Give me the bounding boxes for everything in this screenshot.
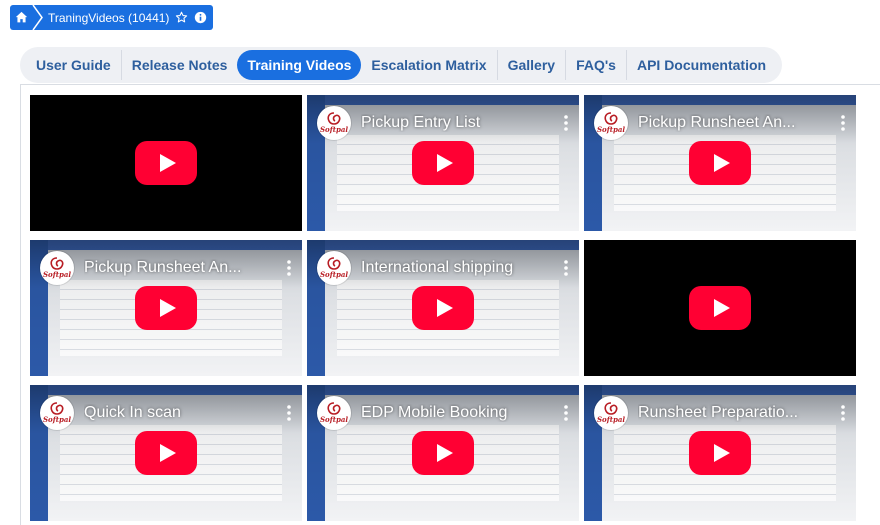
home-icon [15, 11, 27, 23]
video-player-6[interactable] [584, 240, 856, 376]
more-options-icon[interactable] [563, 259, 569, 277]
channel-logo-text: Softpal [42, 415, 72, 424]
play-button-icon[interactable] [135, 286, 197, 330]
softpal-logo-icon [327, 112, 341, 125]
channel-logo-text: Softpal [319, 125, 349, 134]
channel-logo[interactable]: Softpal [317, 251, 351, 285]
breadcrumb-home[interactable] [10, 5, 32, 30]
video-player-4[interactable]: Softpal Pickup Runsheet An... [30, 240, 302, 376]
video-player-3[interactable]: Softpal Pickup Runsheet An... [584, 95, 856, 231]
play-button-icon[interactable] [135, 431, 197, 475]
video-header: Softpal EDP Mobile Booking [317, 395, 569, 431]
softpal-logo-icon [604, 112, 618, 125]
play-button-icon[interactable] [412, 141, 474, 185]
channel-logo-text: Softpal [319, 415, 349, 424]
video-header: Softpal International shipping [317, 250, 569, 286]
video-title[interactable]: Quick In scan [84, 404, 276, 422]
softpal-logo-icon [327, 257, 341, 270]
softpal-logo-icon [327, 402, 341, 415]
video-title[interactable]: Pickup Entry List [361, 114, 553, 132]
channel-logo[interactable]: Softpal [40, 396, 74, 430]
chevron-right-icon [32, 5, 43, 30]
channel-logo-text: Softpal [596, 125, 626, 134]
video-header: Softpal Runsheet Preparatio... [594, 395, 846, 431]
channel-logo-text: Softpal [596, 415, 626, 424]
more-options-icon[interactable] [840, 114, 846, 132]
softpal-logo-icon [50, 257, 64, 270]
play-button-icon[interactable] [689, 431, 751, 475]
tab-release-notes[interactable]: Release Notes [122, 50, 238, 80]
video-title[interactable]: International shipping [361, 259, 553, 277]
breadcrumb-current: TraningVideos (10441) [44, 11, 213, 25]
play-button-icon[interactable] [412, 431, 474, 475]
more-options-icon[interactable] [286, 404, 292, 422]
video-player-8[interactable]: Softpal EDP Mobile Booking [307, 385, 579, 521]
more-options-icon[interactable] [286, 259, 292, 277]
channel-logo[interactable]: Softpal [317, 106, 351, 140]
more-options-icon[interactable] [840, 404, 846, 422]
tab-api-documentation[interactable]: API Documentation [627, 50, 776, 80]
video-player-2[interactable]: Softpal Pickup Entry List [307, 95, 579, 231]
channel-logo[interactable]: Softpal [317, 396, 351, 430]
video-title[interactable]: Runsheet Preparatio... [638, 404, 830, 422]
breadcrumb: TraningVideos (10441) [10, 5, 214, 30]
tab-gallery[interactable]: Gallery [498, 50, 567, 80]
video-header: Softpal Pickup Entry List [317, 105, 569, 141]
star-outline-icon[interactable] [175, 11, 188, 24]
channel-logo[interactable]: Softpal [40, 251, 74, 285]
video-title[interactable]: Pickup Runsheet An... [638, 114, 830, 132]
play-button-icon[interactable] [689, 286, 751, 330]
video-player-7[interactable]: Softpal Quick In scan [30, 385, 302, 521]
play-button-icon[interactable] [135, 141, 197, 185]
channel-logo[interactable]: Softpal [594, 396, 628, 430]
breadcrumb-separator [32, 5, 44, 30]
channel-logo[interactable]: Softpal [594, 106, 628, 140]
channel-logo-text: Softpal [319, 270, 349, 279]
channel-logo-text: Softpal [42, 270, 72, 279]
video-header: Softpal Pickup Runsheet An... [40, 250, 292, 286]
more-options-icon[interactable] [563, 404, 569, 422]
breadcrumb-current-label: TraningVideos (10441) [48, 10, 170, 25]
video-grid: Softpal Pickup Entry List Softpal Pickup… [30, 95, 856, 521]
tab-user-guide[interactable]: User Guide [26, 50, 122, 80]
video-title[interactable]: EDP Mobile Booking [361, 404, 553, 422]
play-button-icon[interactable] [412, 286, 474, 330]
video-header: Softpal Pickup Runsheet An... [594, 105, 846, 141]
video-player-5[interactable]: Softpal International shipping [307, 240, 579, 376]
info-icon[interactable] [194, 11, 207, 24]
tab-faqs[interactable]: FAQ's [566, 50, 627, 80]
tab-training-videos[interactable]: Training Videos [237, 50, 362, 80]
tab-bar: User Guide Release Notes Training Videos… [20, 47, 783, 83]
video-player-9[interactable]: Softpal Runsheet Preparatio... [584, 385, 856, 521]
play-button-icon[interactable] [689, 141, 751, 185]
tab-escalation-matrix[interactable]: Escalation Matrix [361, 50, 498, 80]
softpal-logo-icon [50, 402, 64, 415]
video-title[interactable]: Pickup Runsheet An... [84, 259, 276, 277]
softpal-logo-icon [604, 402, 618, 415]
more-options-icon[interactable] [563, 114, 569, 132]
video-player-1[interactable] [30, 95, 302, 231]
video-header: Softpal Quick In scan [40, 395, 292, 431]
